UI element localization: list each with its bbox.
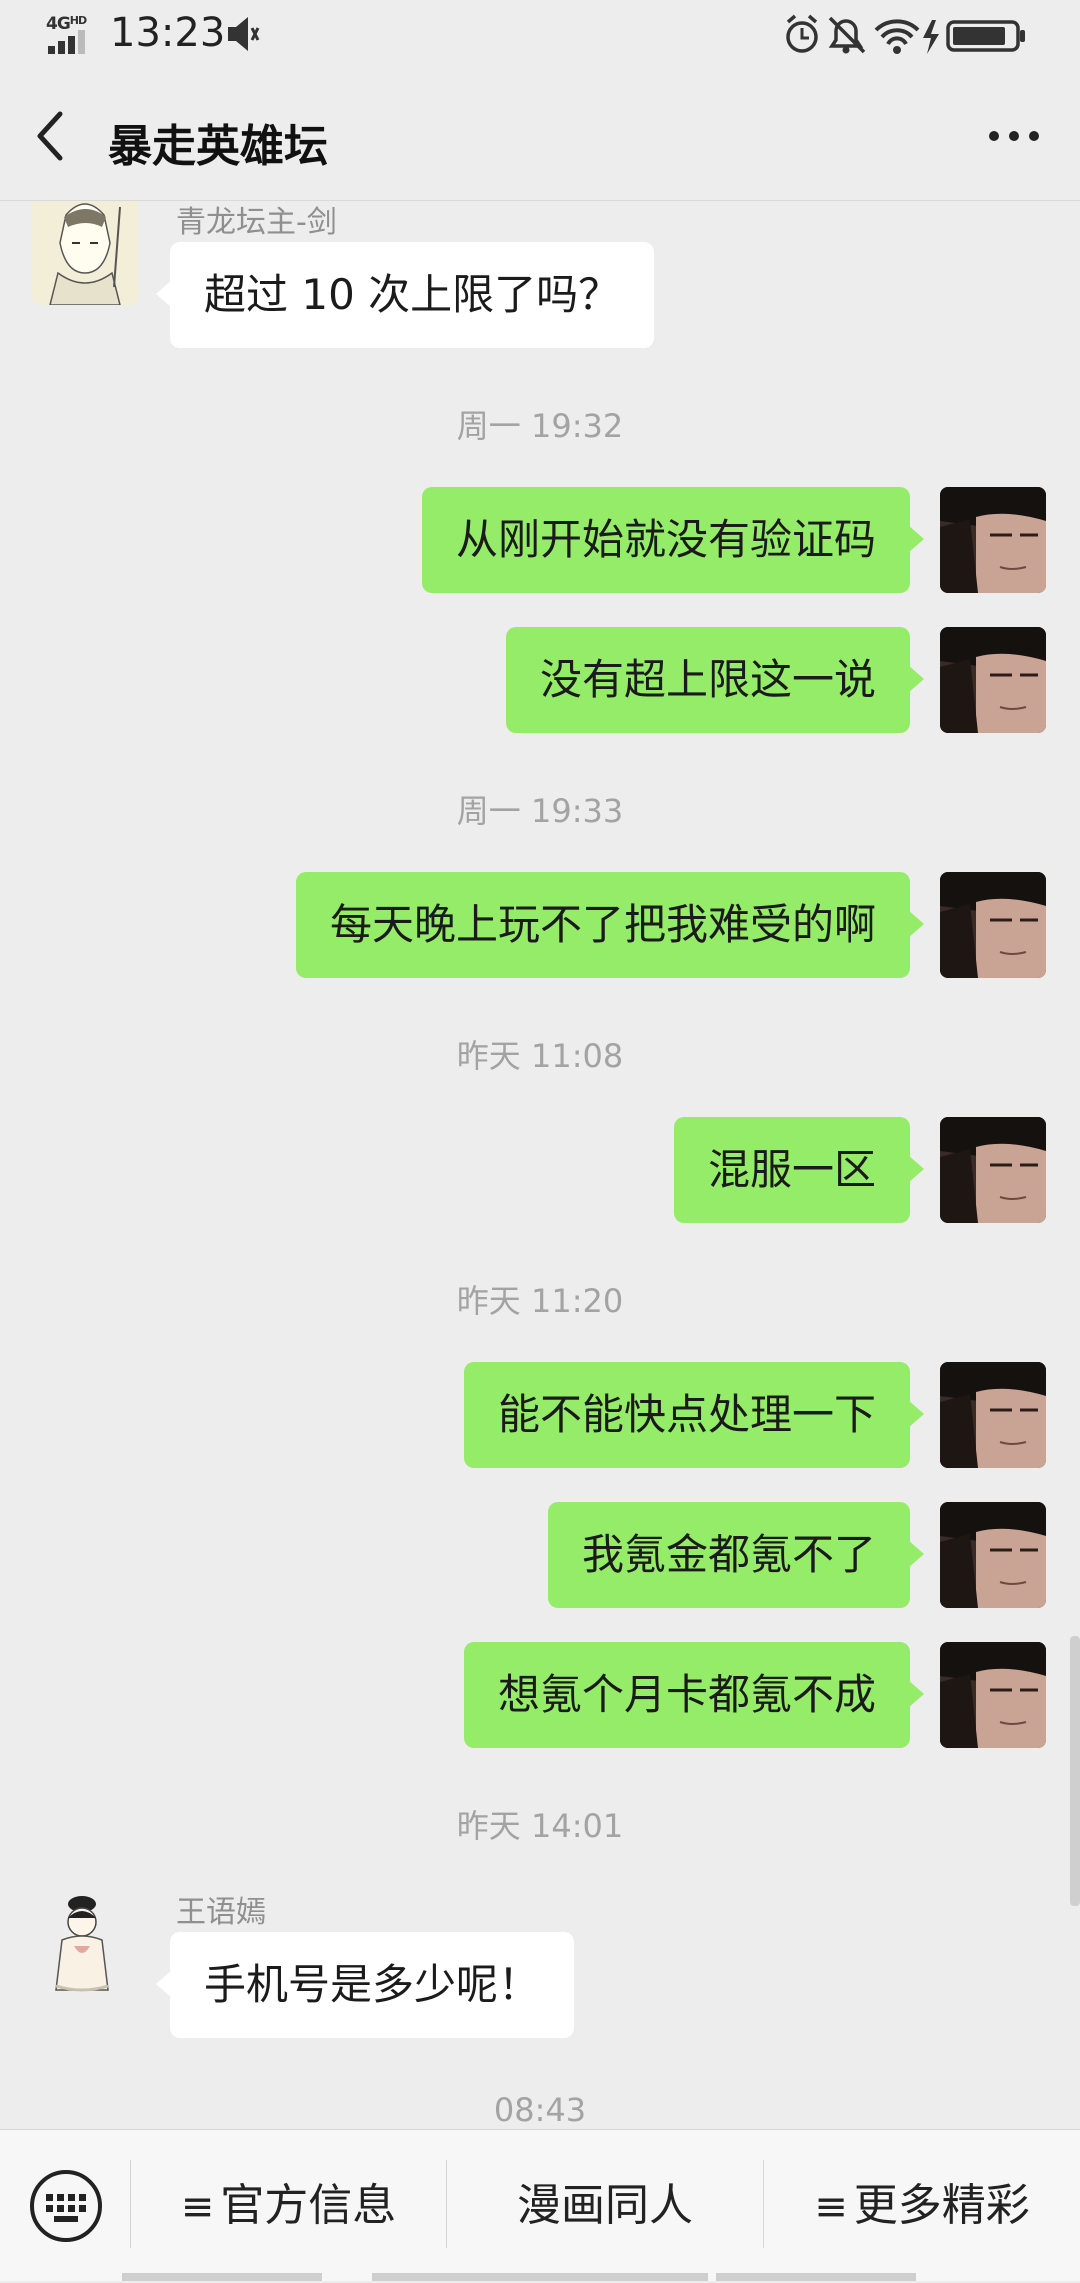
timestamp: 昨天 14:01 xyxy=(456,1807,624,1845)
status-bar: 4GHD 13:23 xyxy=(0,0,1080,72)
signal-icon: 4GHD xyxy=(46,14,102,54)
sender-name: 青龙坛主-剑 xyxy=(176,205,337,240)
bottom-menu-bar: ≡ 官方信息 漫画同人 ≡ 更多精彩 xyxy=(0,2129,1080,2281)
avatar[interactable] xyxy=(940,872,1046,978)
avatar[interactable] xyxy=(940,1642,1046,1748)
message-bubble[interactable]: 从刚开始就没有验证码 xyxy=(421,487,925,593)
message-bubble[interactable]: 手机号是多少呢！ xyxy=(155,1932,575,2038)
charging-icon xyxy=(923,20,939,54)
avatar[interactable] xyxy=(940,1117,1046,1223)
avatar[interactable] xyxy=(32,201,138,305)
page-title: 暴走英雄坛 xyxy=(108,121,328,172)
keyboard-icon[interactable] xyxy=(28,2168,104,2248)
back-arrow-icon[interactable] xyxy=(30,108,70,168)
chat-area[interactable]: 青龙坛主-剑 超过 10 次上限了吗？ 周一 19:32 从刚开始就没有验证码 … xyxy=(0,201,1080,2129)
avatar[interactable] xyxy=(32,1890,138,1996)
timestamp: 08:43 xyxy=(493,2091,587,2129)
message-bubble[interactable]: 超过 10 次上限了吗？ xyxy=(155,242,655,348)
alarm-icon xyxy=(786,14,818,53)
message-bubble[interactable]: 能不能快点处理一下 xyxy=(463,1362,925,1468)
message-bubble[interactable]: 我氪金都氪不了 xyxy=(547,1502,925,1608)
scrollbar[interactable] xyxy=(1070,1636,1080,1906)
wifi-icon xyxy=(874,19,920,54)
menu-label: 漫画同人 xyxy=(517,2180,693,2231)
bell-off-icon xyxy=(828,16,866,54)
more-icon[interactable] xyxy=(988,128,1040,147)
menu-label: 官方信息 xyxy=(220,2180,397,2231)
timestamp: 昨天 11:08 xyxy=(456,1037,624,1075)
avatar[interactable] xyxy=(940,487,1046,593)
avatar[interactable] xyxy=(940,1502,1046,1608)
timestamp: 昨天 11:20 xyxy=(456,1282,624,1320)
timestamp: 周一 19:33 xyxy=(456,792,624,830)
message-bubble[interactable]: 想氪个月卡都氪不成 xyxy=(463,1642,925,1748)
menu-more[interactable]: ≡ 更多精彩 xyxy=(764,2130,1080,2281)
battery-icon xyxy=(946,20,1025,52)
menu-comics[interactable]: 漫画同人 xyxy=(447,2130,763,2281)
navigation-bar: 暴走英雄坛 xyxy=(0,72,1080,201)
avatar[interactable] xyxy=(940,1362,1046,1468)
sender-name: 王语嫣 xyxy=(176,1895,266,1930)
menu-glyph: ≡ xyxy=(814,2184,848,2230)
message-bubble[interactable]: 每天晚上玩不了把我难受的啊 xyxy=(295,872,925,978)
timestamp: 周一 19:32 xyxy=(456,407,624,445)
status-time: 13:23 xyxy=(110,10,226,56)
speaker-muted-icon xyxy=(224,12,260,60)
menu-official-info[interactable]: ≡ 官方信息 xyxy=(131,2130,446,2281)
message-bubble[interactable]: 没有超上限这一说 xyxy=(505,627,925,733)
menu-label: 更多精彩 xyxy=(853,2180,1030,2231)
avatar[interactable] xyxy=(940,627,1046,733)
menu-glyph: ≡ xyxy=(180,2184,215,2230)
message-bubble[interactable]: 混服一区 xyxy=(673,1117,925,1223)
